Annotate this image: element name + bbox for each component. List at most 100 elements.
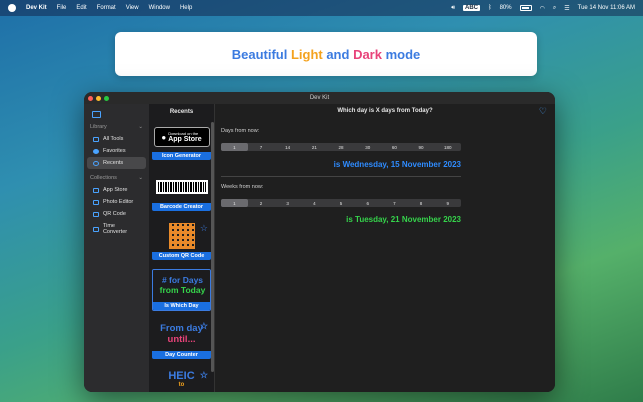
card-thumbnail: # for Days from Today [153,270,210,302]
days-option[interactable]: 28 [328,143,355,151]
days-option[interactable]: 180 [434,143,461,151]
sidebar-item-recents[interactable]: Recents [87,157,146,169]
card-barcode-creator[interactable]: Barcode Creator [152,171,211,211]
card-thumbnail: HEIC to ☆ [152,367,211,392]
close-button[interactable] [88,96,93,101]
card-line-2: until... [167,333,196,345]
weeks-option[interactable]: 4 [301,199,328,207]
sidebar-item-time-converter[interactable]: Time Converter [87,220,146,238]
collections-header: Collections [90,175,117,181]
card-custom-qr-code[interactable]: ☆ Custom QR Code [152,220,211,260]
main-panel: Which day is X days from Today? ♡ Days f… [215,104,555,392]
recents-scrollbar[interactable] [211,122,214,372]
menu-help[interactable]: Help [180,5,192,11]
weeks-option[interactable]: 8 [408,199,435,207]
library-header: Library [90,124,107,130]
weeks-option[interactable]: 3 [274,199,301,207]
barcode-icon [155,180,208,194]
search-icon[interactable]: ⌕ [553,5,556,12]
card-label: Barcode Creator [152,203,211,211]
weeks-option[interactable]: 6 [354,199,381,207]
star-icon[interactable]: ☆ [200,223,208,234]
menu-window[interactable]: Window [149,5,170,11]
favorite-icon [93,148,99,154]
minimize-button[interactable] [96,96,101,101]
card-line-2: to [178,382,185,389]
weeks-option[interactable]: 7 [381,199,408,207]
section-collections[interactable]: Collections ⌄ [90,175,143,181]
battery-icon[interactable] [519,5,532,11]
card-line-2: from Today [159,285,206,295]
sidebar-item-qr-code[interactable]: QR Code [87,208,146,220]
weeks-option[interactable]: 5 [328,199,355,207]
folder-icon [93,199,99,205]
sidebar-toggle-icon[interactable] [92,111,101,118]
days-option[interactable]: 60 [381,143,408,151]
zoom-button[interactable] [104,96,109,101]
badge-big-text: App Store [168,135,202,143]
banner-text-light: Light [290,46,323,62]
menu-file[interactable]: File [57,5,67,11]
section-library[interactable]: Library ⌄ [90,124,143,130]
sidebar-item-label: App Store [103,187,128,193]
qr-code-icon [168,223,195,249]
tools-icon [93,136,99,142]
star-icon[interactable]: ☆ [200,370,208,380]
card-icon-generator[interactable]: ● Download on the App Store Icon Generat… [152,122,211,160]
app-store-badge: ● Download on the App Store [153,127,210,147]
days-option[interactable]: 7 [248,143,275,151]
chevron-down-icon: ⌄ [138,124,143,130]
menu-format[interactable]: Format [97,5,116,11]
sidebar-item-photo-editor[interactable]: Photo Editor [87,196,146,208]
input-source-indicator[interactable]: ABC [462,5,480,11]
weeks-label: Weeks from now: [221,184,264,190]
days-option[interactable]: 90 [408,143,435,151]
card-day-counter[interactable]: From day until... ☆ Day Counter [152,318,211,359]
days-option[interactable]: 30 [354,143,381,151]
control-center-icon[interactable]: ☰ [564,5,569,12]
banner-text-dark: Dark [353,46,382,62]
chevron-down-icon: ⌄ [138,175,143,181]
card-is-which-day[interactable]: # for Days from Today Is Which Day [152,269,211,311]
battery-percent: 80% [499,5,512,11]
sidebar-item-all-tools[interactable]: All Tools [87,133,146,145]
wifi-icon[interactable]: ◠ [540,5,545,12]
volume-icon[interactable]: 🔊︎ [451,5,455,12]
apple-icon[interactable] [8,4,16,12]
sidebar-item-label: All Tools [103,136,124,142]
days-option[interactable]: 1 [221,143,248,151]
menubar-clock[interactable]: Tue 14 Nov 11:06 AM [578,5,635,11]
sidebar-item-label: Photo Editor [103,199,134,205]
menu-app-name[interactable]: Dev Kit [26,5,47,11]
promo-banner: Beautiful Light and Dark mode [115,32,537,76]
sidebar-item-label: Recents [103,160,124,166]
window-titlebar[interactable]: Dev Kit [84,92,555,104]
days-option[interactable]: 21 [301,143,328,151]
card-heic-converter[interactable]: HEIC to ☆ [152,367,211,392]
clock-icon [93,160,99,166]
card-label: Is Which Day [153,302,210,310]
card-thumbnail [152,171,211,203]
divider [221,176,461,177]
weeks-option[interactable]: 2 [248,199,275,207]
banner-text-1: Beautiful [231,46,291,62]
window-title: Dev Kit [309,95,330,101]
weeks-segmented-control[interactable]: 1 2 3 4 5 6 7 8 9 [221,199,461,207]
bluetooth-icon[interactable]: ᛒ [488,5,492,11]
star-icon[interactable]: ☆ [200,321,208,331]
menu-view[interactable]: View [126,5,139,11]
card-thumbnail: ☆ [152,220,211,252]
recents-title: Recents [169,109,194,115]
menu-edit[interactable]: Edit [76,5,86,11]
folder-icon [93,187,99,193]
heart-icon[interactable]: ♡ [539,106,547,117]
days-segmented-control[interactable]: 1 7 14 21 28 30 60 90 180 [221,143,461,151]
weeks-option[interactable]: 1 [221,199,248,207]
card-thumbnail: From day until... ☆ [152,318,211,351]
sidebar-item-favorites[interactable]: Favorites [87,145,146,157]
sidebar-item-app-store[interactable]: App Store [87,184,146,196]
weeks-option[interactable]: 9 [434,199,461,207]
recents-panel: Recents ● Download on the App Store Icon… [149,104,215,392]
days-option[interactable]: 14 [274,143,301,151]
days-result: is Wednesday, 15 November 2023 [333,160,461,169]
